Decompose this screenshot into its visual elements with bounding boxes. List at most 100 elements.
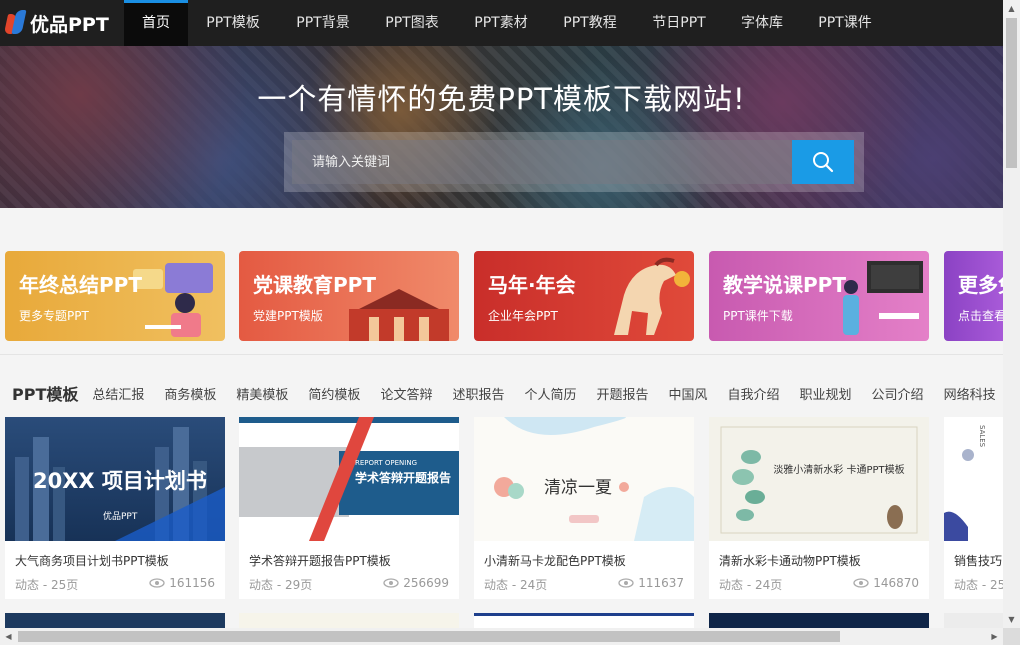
banner-year-end-summary[interactable]: 年终总结PPT 更多专题PPT <box>5 251 225 341</box>
vertical-scrollbar[interactable]: ▲ ▼ <box>1003 0 1020 628</box>
search-input[interactable] <box>292 140 792 184</box>
card-meta: 动态 - 24页 <box>484 578 548 592</box>
sales-cover-icon <box>944 449 974 541</box>
view-count: 256699 <box>403 576 449 590</box>
banner-title: 马年·年会 <box>488 273 576 297</box>
nav-item-ppt-courseware[interactable]: PPT课件 <box>800 0 890 46</box>
category-tag[interactable]: 开题报告 <box>596 384 648 403</box>
category-tag[interactable]: 自我介绍 <box>728 384 780 403</box>
category-tag[interactable]: 职业规划 <box>800 384 852 403</box>
nav-item-ppt-templates[interactable]: PPT模板 <box>188 0 278 46</box>
category-tag[interactable]: 总结汇报 <box>92 384 144 403</box>
eucalyptus-icon <box>720 426 918 534</box>
eye-icon <box>618 578 634 588</box>
page: 优品PPT 首页 PPT模板 PPT背景 PPT图表 PPT素材 PPT教程 节… <box>0 0 1020 645</box>
nav-item-ppt-materials[interactable]: PPT素材 <box>456 0 546 46</box>
template-card[interactable]: REPORT OPENING 学术答辩开题报告 学术答辩开题报告PPT模板 动态… <box>239 417 459 599</box>
template-card[interactable]: 清凉一夏 小清新马卡龙配色PPT模板 动态 - 24页 111637 <box>474 417 694 599</box>
thumbnail-title: SALES <box>978 425 986 448</box>
card-meta: 动态 - 25 <box>954 578 1003 592</box>
logo-text: 优品PPT <box>30 13 109 36</box>
banner-more-free[interactable]: 更多免 点击查看 <box>944 251 1003 341</box>
thumbnail-title: 学术答辩开题报告 <box>355 471 452 485</box>
category-tag[interactable]: 中国风 <box>669 384 708 403</box>
card-title[interactable]: 大气商务项目计划书PPT模板 <box>15 552 169 569</box>
vertical-scroll-thumb[interactable] <box>1006 18 1017 168</box>
topic-banners: 年终总结PPT 更多专题PPT 党课教育PPT 党建PPT模版 马年·年会 企业… <box>0 251 1003 341</box>
eye-icon <box>383 578 399 588</box>
logo-icon <box>3 10 27 36</box>
nav-item-fonts[interactable]: 字体库 <box>724 0 800 46</box>
banner-subtitle: 党建PPT模版 <box>253 309 323 323</box>
banner-party-education[interactable]: 党课教育PPT 党建PPT模版 <box>239 251 459 341</box>
search-icon <box>813 152 834 173</box>
scrollbar-corner <box>1003 628 1020 645</box>
thumbnail-title: 淡雅小清新水彩 卡通PPT模板 <box>773 465 905 476</box>
template-card[interactable]: SALES 销售技巧 动态 - 25 <box>944 417 1003 599</box>
category-row: PPT模板 总结汇报 商务模板 精美模板 简约模板 论文答辩 述职报告 个人简历… <box>0 378 1003 408</box>
banner-subtitle: 点击查看 <box>958 309 1003 323</box>
banner-title: 教学说课PPT <box>723 273 846 297</box>
thumbnail-title: 清凉一夏 <box>544 478 612 498</box>
nav-item-ppt-tutorials[interactable]: PPT教程 <box>546 0 634 46</box>
card-thumbnail: 20XX 项目计划书 优品PPT <box>5 417 225 541</box>
card-views: 146870 <box>853 576 919 590</box>
banner-teaching-lessons[interactable]: 教学说课PPT PPT课件下载 <box>709 251 929 341</box>
category-tag[interactable]: 个人简历 <box>524 384 576 403</box>
template-card[interactable]: 淡雅小清新水彩 卡通PPT模板 清新水彩卡通动物PPT模板 动态 - 24页 1… <box>709 417 929 599</box>
eye-icon <box>853 578 869 588</box>
search-button[interactable] <box>792 140 854 184</box>
category-tag[interactable]: 公司介绍 <box>872 384 924 403</box>
nav-item-ppt-charts[interactable]: PPT图表 <box>368 0 456 46</box>
banner-subtitle: PPT课件下载 <box>723 309 793 323</box>
card-views: 256699 <box>383 576 449 590</box>
card-thumbnail: REPORT OPENING 学术答辩开题报告 <box>239 417 459 541</box>
horizontal-scrollbar[interactable]: ◀ ▶ <box>0 628 1003 645</box>
view-count: 146870 <box>873 576 919 590</box>
search-box <box>284 132 864 192</box>
horse-icon <box>614 257 690 335</box>
card-title[interactable]: 清新水彩卡通动物PPT模板 <box>719 552 861 569</box>
category-tag[interactable]: 述职报告 <box>452 384 504 403</box>
thumbnail-title: 20XX 项目计划书 <box>33 469 207 493</box>
category-tag[interactable]: 简约模板 <box>308 384 360 403</box>
template-card[interactable]: 20XX 项目计划书 优品PPT 大气商务项目计划书PPT模板 动态 - 25页… <box>5 417 225 599</box>
card-thumbnail: 清凉一夏 <box>474 417 694 541</box>
card-thumbnail: SALES <box>944 417 1003 541</box>
eye-icon <box>149 578 165 588</box>
site-logo[interactable]: 优品PPT <box>0 0 124 46</box>
banner-title: 更多免 <box>958 273 1003 297</box>
card-views: 161156 <box>149 576 215 590</box>
banner-title: 党课教育PPT <box>253 273 376 297</box>
thumbnail-brand: 优品PPT <box>103 512 138 522</box>
hero-banner: 一个有情怀的免费PPT模板下载网站! <box>0 46 1003 208</box>
card-title[interactable]: 学术答辩开题报告PPT模板 <box>249 552 391 569</box>
scroll-down-icon[interactable]: ▼ <box>1003 611 1020 628</box>
scroll-left-icon[interactable]: ◀ <box>0 628 17 645</box>
divider <box>0 354 1003 355</box>
view-count: 161156 <box>169 576 215 590</box>
card-title[interactable]: 小清新马卡龙配色PPT模板 <box>484 552 626 569</box>
thumbnail-subtitle: REPORT OPENING <box>355 459 417 467</box>
category-tag[interactable]: 网络科技 <box>944 384 996 403</box>
card-meta: 动态 - 29页 <box>249 578 313 592</box>
banner-subtitle: 企业年会PPT <box>488 309 558 323</box>
category-title[interactable]: PPT模板 <box>12 381 78 405</box>
card-meta: 动态 - 24页 <box>719 578 783 592</box>
banner-subtitle: 更多专题PPT <box>19 309 89 323</box>
top-nav: 优品PPT 首页 PPT模板 PPT背景 PPT图表 PPT素材 PPT教程 节… <box>0 0 1003 46</box>
card-thumbnail: 淡雅小清新水彩 卡通PPT模板 <box>709 417 929 541</box>
category-tag[interactable]: 精美模板 <box>236 384 288 403</box>
scroll-right-icon[interactable]: ▶ <box>986 628 1003 645</box>
nav-item-holiday-ppt[interactable]: 节日PPT <box>634 0 724 46</box>
nav-item-ppt-backgrounds[interactable]: PPT背景 <box>278 0 368 46</box>
category-tag[interactable]: 论文答辩 <box>380 384 432 403</box>
view-count: 111637 <box>638 576 684 590</box>
scroll-up-icon[interactable]: ▲ <box>1003 0 1020 17</box>
horizontal-scroll-thumb[interactable] <box>18 631 840 642</box>
card-meta: 动态 - 25页 <box>15 578 79 592</box>
banner-horse-year-party[interactable]: 马年·年会 企业年会PPT <box>474 251 694 341</box>
nav-item-home[interactable]: 首页 <box>124 0 188 46</box>
category-tag[interactable]: 商务模板 <box>164 384 216 403</box>
card-title[interactable]: 销售技巧 <box>954 552 1002 569</box>
